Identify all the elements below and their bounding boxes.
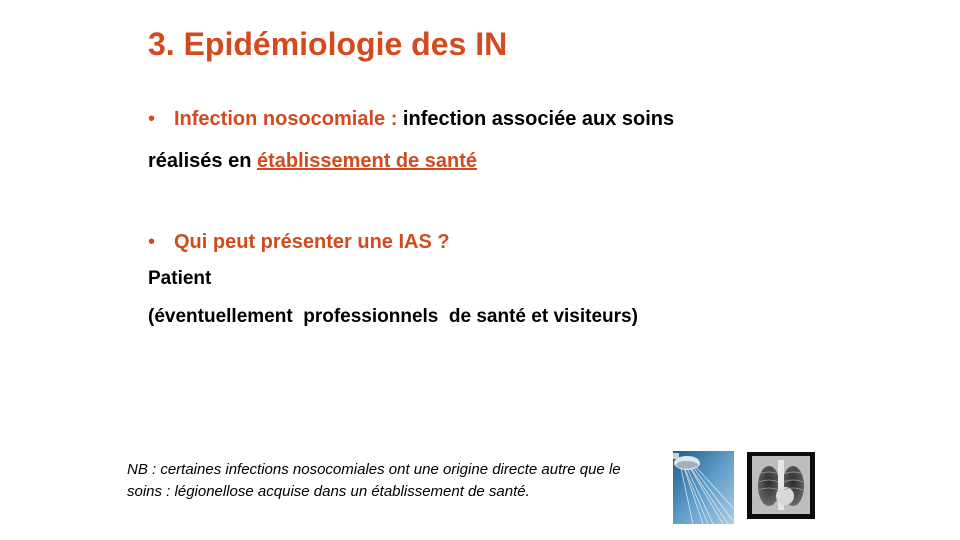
slide: 3. Epidémiologie des IN • Infection nosoc… (0, 0, 960, 540)
nb-note: NB : certaines infections nosocomiales o… (127, 461, 621, 500)
etablissement-sante-link[interactable]: établissement de santé (257, 150, 477, 172)
answer-patient: Patient (148, 268, 212, 289)
definition-continuation: réalisés en établissement de santé (148, 150, 477, 173)
shower-head-image (673, 451, 734, 524)
chest-xray-image (747, 452, 815, 519)
bullet-marker: • (148, 108, 156, 130)
bullet-question: • Qui peut présenter une IAS ? (148, 231, 450, 254)
bullet-marker: • (148, 231, 156, 253)
bullet-infection-nosocomiale: • Infection nosocomiale : infection assoc… (148, 108, 674, 131)
slide-title: 3. Epidémiologie des IN (148, 26, 508, 62)
definition-prefix: réalisés en (148, 150, 257, 172)
term-label: Infection nosocomiale : (174, 108, 398, 130)
question-text: Qui peut présenter une IAS ? (174, 231, 450, 253)
definition-text: infection associée aux soins (397, 108, 675, 130)
answer-others: (éventuellement professionnels de santé … (148, 306, 638, 327)
